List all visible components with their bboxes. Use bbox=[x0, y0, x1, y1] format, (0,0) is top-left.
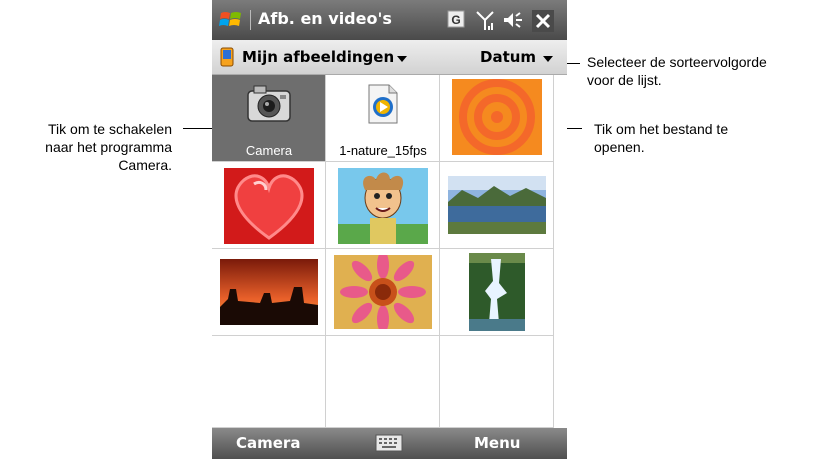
video-file-icon bbox=[368, 84, 398, 124]
callout-line: naar het programma bbox=[45, 139, 172, 155]
grid-item-image[interactable] bbox=[212, 249, 326, 336]
grid-item-image[interactable] bbox=[212, 162, 326, 249]
window-title: Afb. en video's bbox=[258, 9, 392, 28]
title-separator bbox=[250, 10, 251, 30]
grid-item-image[interactable] bbox=[326, 249, 440, 336]
callout-line: voor de lijst. bbox=[587, 72, 662, 88]
callout-line: Tik om het bestand te bbox=[594, 121, 729, 137]
cartoon-man-thumbnail bbox=[338, 168, 428, 244]
folder-toolbar: Mijn afbeeldingen Datum bbox=[212, 40, 567, 75]
grid-item-image[interactable] bbox=[440, 162, 554, 249]
callout-sort-order: Selecteer de sorteervolgorde voor de lij… bbox=[587, 53, 837, 89]
device-phone-icon bbox=[220, 47, 234, 67]
pocket-pc-screen: Afb. en video's G Mijn afbeeldingen Datu… bbox=[212, 0, 567, 459]
chevron-down-icon[interactable] bbox=[396, 55, 408, 63]
waterfall-thumbnail bbox=[469, 253, 525, 331]
close-icon[interactable] bbox=[532, 10, 554, 32]
lake-landscape-thumbnail bbox=[448, 176, 546, 234]
heart-thumbnail bbox=[224, 168, 314, 244]
grid-item-label: Camera bbox=[245, 143, 293, 158]
callout-line: Camera. bbox=[118, 157, 172, 173]
callout-open-file: Tik om het bestand te openen. bbox=[594, 120, 834, 156]
orange-rings-thumbnail bbox=[452, 79, 542, 155]
softkey-menu[interactable]: Menu bbox=[474, 434, 520, 452]
callout-line: openen. bbox=[594, 139, 645, 155]
volume-icon[interactable] bbox=[502, 10, 524, 30]
grid-empty-cell bbox=[212, 336, 326, 428]
grid-item-camera[interactable]: Camera bbox=[212, 75, 326, 162]
title-bar: Afb. en video's G bbox=[212, 0, 567, 40]
grid-item-video[interactable]: 1-nature_15fps bbox=[326, 75, 440, 162]
softkey-camera[interactable]: Camera bbox=[236, 434, 300, 452]
softkey-bar: Camera Menu bbox=[212, 428, 567, 459]
grid-empty-cell bbox=[440, 336, 554, 428]
sort-dropdown[interactable]: Datum bbox=[480, 48, 536, 66]
keyboard-icon[interactable] bbox=[375, 434, 403, 452]
callout-camera-switch: Tik om te schakelen naar het programma C… bbox=[0, 120, 172, 174]
camera-icon bbox=[247, 85, 291, 122]
folder-dropdown[interactable]: Mijn afbeeldingen bbox=[242, 48, 394, 66]
thumbnail-grid: Camera 1-nature_15fps bbox=[212, 75, 567, 428]
windows-flag-icon[interactable] bbox=[218, 8, 244, 32]
grid-item-label: 1-nature_15fps bbox=[339, 143, 427, 158]
svg-text:G: G bbox=[451, 13, 460, 27]
grid-item-image[interactable] bbox=[440, 249, 554, 336]
callout-line: Selecteer de sorteervolgorde bbox=[587, 54, 767, 70]
signal-antenna-icon[interactable] bbox=[475, 10, 495, 32]
gprs-g-icon[interactable]: G bbox=[447, 10, 465, 28]
callout-line: Tik om te schakelen bbox=[48, 121, 172, 137]
grid-item-image[interactable] bbox=[326, 162, 440, 249]
grid-empty-cell bbox=[326, 336, 440, 428]
chevron-down-icon[interactable] bbox=[542, 55, 554, 63]
desert-sunset-thumbnail bbox=[220, 259, 318, 325]
grid-item-image[interactable] bbox=[440, 75, 554, 162]
flower-thumbnail bbox=[334, 255, 432, 329]
